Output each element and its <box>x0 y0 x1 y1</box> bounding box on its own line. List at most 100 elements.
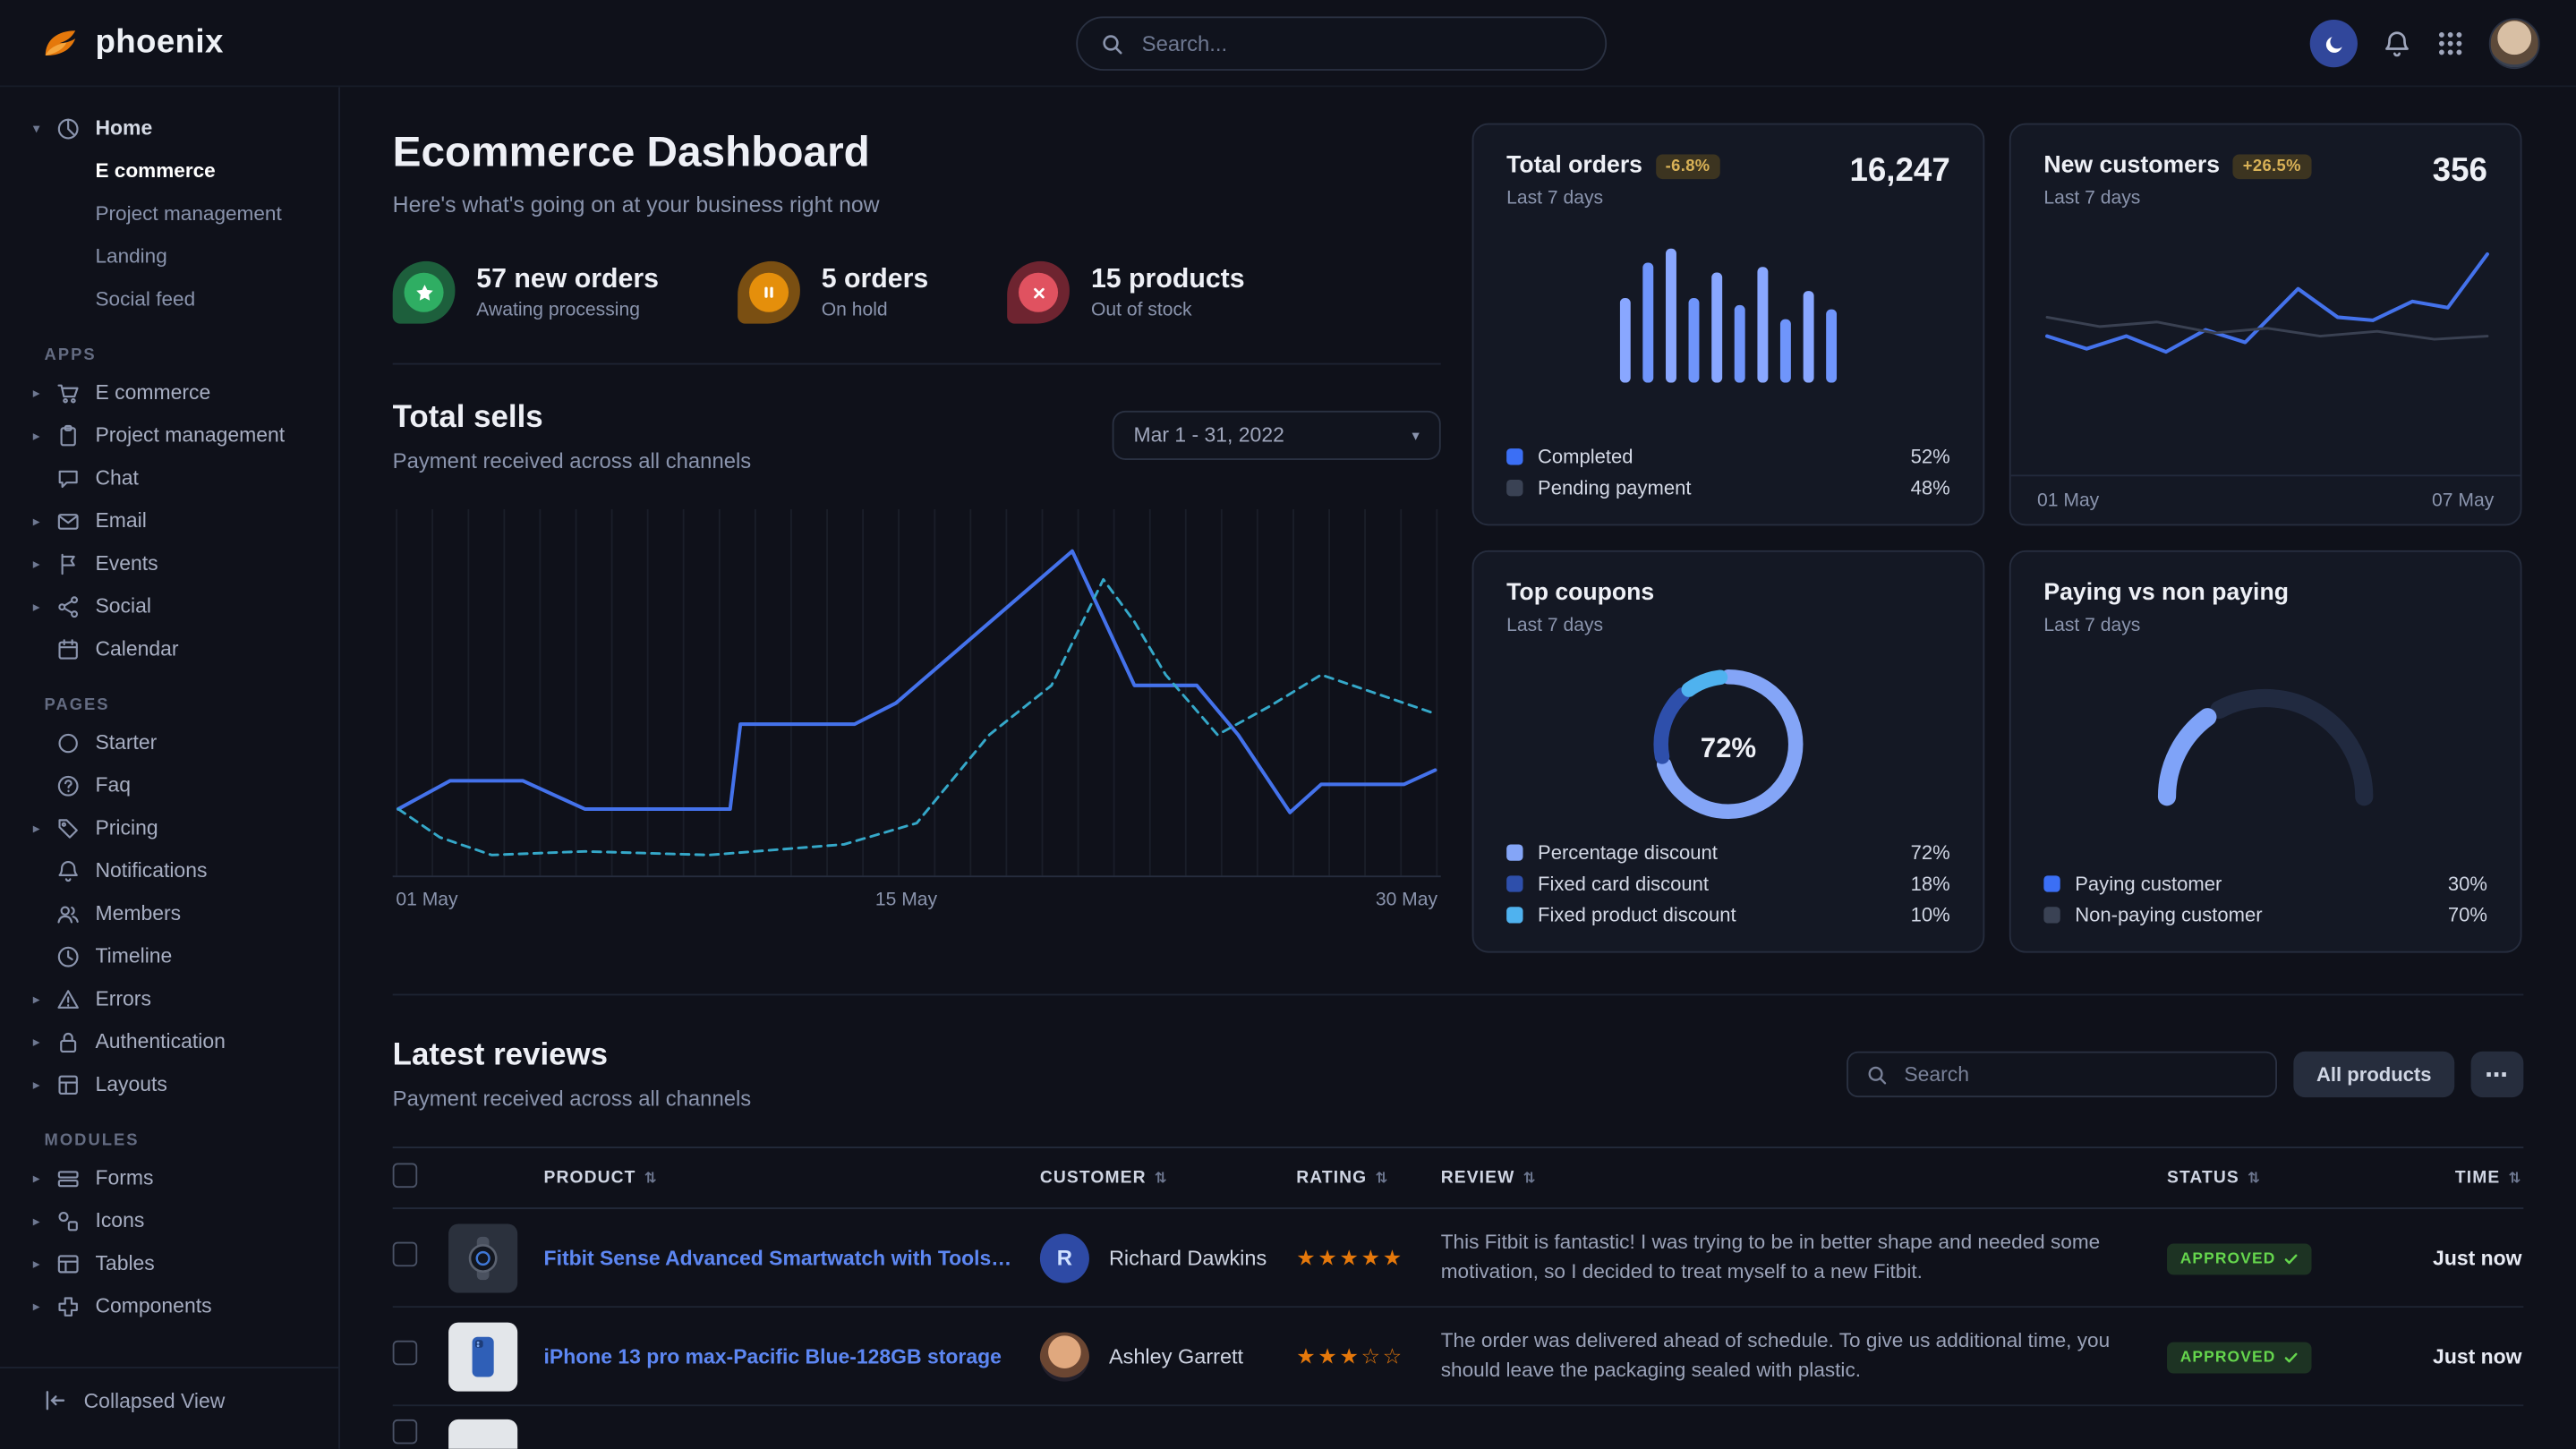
question-icon <box>55 773 95 798</box>
legend-label: Pending payment <box>1538 475 1691 499</box>
customer-avatar: R <box>1040 1233 1089 1283</box>
reviews-search[interactable] <box>1847 1052 2277 1097</box>
reviews-body: Fitbit Sense Advanced Smartwatch with To… <box>393 1209 2524 1449</box>
sidebar-item-timeline[interactable]: Timeline <box>0 934 338 977</box>
date-range-select[interactable]: Mar 1 - 31, 2022 ▾ <box>1113 411 1441 460</box>
sidebar-item-tables[interactable]: ▸Tables <box>0 1242 338 1285</box>
card-period: Last 7 days <box>2043 616 2289 635</box>
chevron-right-icon: ▸ <box>33 597 56 615</box>
rating-stars: ★★★★★ <box>1296 1244 1441 1270</box>
search-icon <box>1866 1063 1888 1085</box>
chevron-right-icon: ▸ <box>33 990 56 1008</box>
sidebar-item-email[interactable]: ▸Email <box>0 499 338 542</box>
reviews-header-row: PRODUCT⇅CUSTOMER⇅RATING⇅REVIEW⇅STATUS⇅TI… <box>393 1146 2524 1209</box>
sidebar-item-components[interactable]: ▸Components <box>0 1284 338 1327</box>
sidebar-item-chat[interactable]: Chat <box>0 456 338 499</box>
total-orders-bar-chart <box>1620 242 1837 383</box>
column-header-review[interactable]: REVIEW⇅ <box>1441 1168 2167 1188</box>
page-title: Ecommerce Dashboard <box>393 126 1441 177</box>
sidebar-item-authentication[interactable]: ▸Authentication <box>0 1020 338 1063</box>
legend-swatch <box>1506 844 1523 860</box>
column-header-customer[interactable]: CUSTOMER⇅ <box>1040 1168 1296 1188</box>
sidebar-subitem-project-management[interactable]: Project management <box>0 192 338 235</box>
collapse-label: Collapsed View <box>84 1389 226 1412</box>
sidebar-item-faq[interactable]: Faq <box>0 764 338 807</box>
collapse-view-button[interactable]: Collapsed View <box>0 1367 338 1432</box>
sidebar-item-notifications[interactable]: Notifications <box>0 849 338 892</box>
user-avatar[interactable] <box>2489 18 2540 69</box>
sort-icon: ⇅ <box>644 1170 658 1186</box>
sidebar-item-starter[interactable]: Starter <box>0 721 338 764</box>
brand[interactable]: phoenix <box>39 22 224 64</box>
more-options-button[interactable]: ⋯ <box>2471 1052 2524 1097</box>
star-filled-icon: ★ <box>1296 1343 1318 1368</box>
sidebar-item-members[interactable]: Members <box>0 892 338 935</box>
sidebar-item-calendar[interactable]: Calendar <box>0 627 338 670</box>
card-title: Paying vs non paying <box>2043 580 2289 606</box>
chevron-right-icon: ▸ <box>33 426 56 444</box>
page-subtitle: Here's what's going on at your business … <box>393 192 1441 217</box>
sidebar-item-pricing[interactable]: ▸Pricing <box>0 806 338 849</box>
sidebar-item-forms[interactable]: ▸Forms <box>0 1156 338 1199</box>
row-checkbox[interactable] <box>393 1419 418 1445</box>
legend-value: 72% <box>1911 840 1950 864</box>
reviews-controls: All products ⋯ <box>1847 1052 2523 1097</box>
column-header-rating[interactable]: RATING⇅ <box>1296 1168 1441 1188</box>
chevron-right-icon: ▸ <box>33 1297 56 1315</box>
sidebar-subitem-e-commerce[interactable]: E commerce <box>0 149 338 192</box>
users-icon <box>55 901 95 926</box>
apps-grid-button[interactable] <box>2436 30 2464 57</box>
pie-clock-icon <box>55 115 95 141</box>
sidebar-subitem-social-feed[interactable]: Social feed <box>0 277 338 320</box>
global-search-input[interactable] <box>1139 30 1582 57</box>
phoenix-logo-icon <box>39 22 81 64</box>
sidebar-item-icons[interactable]: ▸Icons <box>0 1199 338 1242</box>
share-icon <box>55 594 95 619</box>
sidebar: ▾HomeE commerceProject managementLanding… <box>0 87 340 1449</box>
cross-badge-icon <box>1007 261 1070 324</box>
status-badge: APPROVED <box>2167 1342 2312 1373</box>
table-row: iPhone 13 pro max-Pacific Blue-128GB sto… <box>393 1308 2524 1406</box>
star-filled-icon: ★ <box>1383 1244 1404 1269</box>
product-link[interactable]: Fitbit Sense Advanced Smartwatch with To… <box>544 1246 1014 1269</box>
sidebar-item-events[interactable]: ▸Events <box>0 542 338 585</box>
star-filled-icon: ★ <box>1318 1244 1339 1269</box>
star-filled-icon: ★ <box>1361 1244 1383 1269</box>
theme-toggle-button[interactable] <box>2310 20 2358 67</box>
column-header-status[interactable]: STATUS⇅ <box>2167 1168 2367 1188</box>
row-checkbox[interactable] <box>393 1340 418 1365</box>
sidebar-item-e-commerce[interactable]: ▸E commerce <box>0 371 338 414</box>
legend-item-completed: Completed52% <box>1506 440 1950 472</box>
column-header-time[interactable]: TIME⇅ <box>2367 1168 2522 1188</box>
sidebar-item-project-management[interactable]: ▸Project management <box>0 414 338 457</box>
shapes-icon <box>55 1208 95 1233</box>
select-all-checkbox[interactable] <box>393 1163 418 1189</box>
sidebar-item-layouts[interactable]: ▸Layouts <box>0 1063 338 1106</box>
sidebar-item-social[interactable]: ▸Social <box>0 584 338 627</box>
sidebar-subitem-landing[interactable]: Landing <box>0 234 338 277</box>
row-checkbox[interactable] <box>393 1241 418 1266</box>
trend-badge: -6.8% <box>1656 154 1720 179</box>
notifications-button[interactable] <box>2382 29 2411 58</box>
star-filled-icon: ★ <box>1340 1244 1361 1269</box>
sort-icon: ⇅ <box>1523 1170 1537 1186</box>
table-icon <box>55 1251 95 1276</box>
sort-icon: ⇅ <box>1155 1170 1168 1186</box>
product-link[interactable]: iPhone 13 pro max-Pacific Blue-128GB sto… <box>544 1344 1014 1368</box>
review-time: Just now <box>2367 1246 2522 1269</box>
customer-name: Richard Dawkins <box>1109 1245 1267 1270</box>
global-search[interactable] <box>1076 16 1607 71</box>
product-thumbnail <box>448 1322 517 1391</box>
clipboard-icon <box>55 423 95 448</box>
legend-value: 30% <box>2448 872 2487 895</box>
sidebar-item-home[interactable]: ▾Home <box>0 107 338 149</box>
stat-value: 5 orders <box>822 265 929 296</box>
legend-value: 70% <box>2448 903 2487 926</box>
reviews-search-input[interactable] <box>1901 1061 2257 1087</box>
sidebar-item-errors[interactable]: ▸Errors <box>0 977 338 1020</box>
all-products-button[interactable]: All products <box>2293 1052 2454 1097</box>
column-header-product[interactable]: PRODUCT⇅ <box>544 1168 1040 1188</box>
new-customers-x-labels: 01 May 07 May <box>2011 474 2521 524</box>
kpi-cards: Total orders -6.8% Last 7 days 16,247 Co… <box>1472 124 2522 953</box>
card-period: Last 7 days <box>1506 616 1654 635</box>
